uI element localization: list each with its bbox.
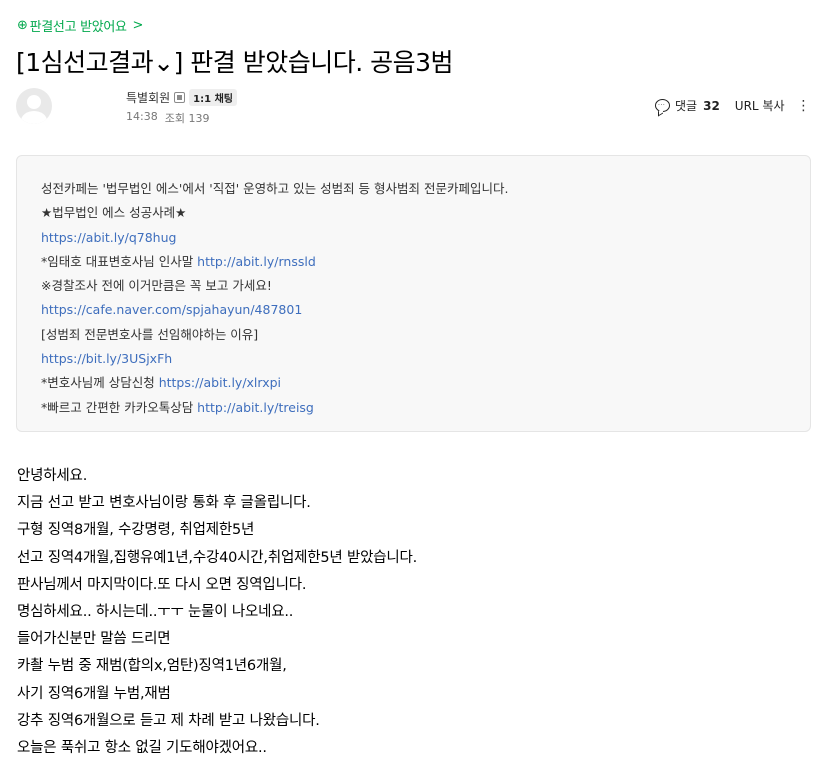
promo-line: *빠르고 간편한 카카오톡상담 http://abit.ly/treisg <box>41 399 314 415</box>
url-copy-button[interactable]: URL 복사 <box>735 97 785 114</box>
chevron-right-icon: > <box>128 18 144 33</box>
promo-line: ※경찰조사 전에 이거만큼은 꼭 보고 가세요! <box>41 278 272 294</box>
comment-icon[interactable]: ··· <box>655 99 670 112</box>
comment-count[interactable]: 32 <box>703 99 720 113</box>
avatar[interactable] <box>16 88 52 124</box>
promo-line: ★법무법인 에스 성공사례★ <box>41 205 187 221</box>
body-line: 강추 징역6개월으로 듣고 제 차례 받고 나왔습니다. <box>17 712 320 729</box>
post-time: 14:38 <box>126 110 158 123</box>
comment-label[interactable]: 댓글 <box>675 97 697 114</box>
promo-link[interactable]: https://abit.ly/q78hug <box>41 230 176 245</box>
body-line: 오늘은 푹쉬고 항소 없길 기도해야겠어요.. <box>17 739 267 756</box>
more-options-icon[interactable]: ⋮ <box>797 99 811 113</box>
body-line: 카촬 누범 중 재범(합의x,엄탄)징역1년6개월, <box>17 658 287 675</box>
promo-link[interactable]: http://abit.ly/treisg <box>197 400 314 415</box>
board-circle-icon: ⊕ <box>17 18 28 33</box>
promo-link[interactable]: https://bit.ly/3USjxFh <box>41 351 172 366</box>
body-line: 안녕하세요. <box>17 468 88 484</box>
post-title: [1심선고결과⌄] 판결 받았습니다. 공음3범 <box>16 48 454 77</box>
promo-list: 성전카페는 '법무법인 에스'에서 '직접' 운영하고 있는 성범죄 등 형사범… <box>41 179 508 422</box>
body-line: 판사님께서 마지막이다.또 다시 오면 징역입니다. <box>17 576 307 593</box>
author-name[interactable]: 특별회원 <box>126 89 170 106</box>
post-tools: ··· 댓글 32 URL 복사 ⋮ <box>655 97 811 114</box>
promo-line: *임태호 대표변호사님 인사말 http://abit.ly/rnssld <box>41 253 316 269</box>
promo-line: 성전카페는 '법무법인 에스'에서 '직접' 운영하고 있는 성범죄 등 형사범… <box>41 181 509 196</box>
body-line: 구형 징역8개월, 수강명령, 취업제한5년 <box>17 522 255 539</box>
body-line: 선고 징역4개월,집행유예1년,수강40시간,취업제한5년 받았습니다. <box>17 549 418 566</box>
body-line: 들어가신분만 말씀 드리면 <box>17 631 171 648</box>
promo-link[interactable]: https://cafe.naver.com/spjahayun/487801 <box>41 302 302 317</box>
body-line: 명심하세요.. 하시는데..ㅜㅜ 눈물이 나오네요.. <box>17 603 294 620</box>
promo-link[interactable]: https://abit.ly/xlrxpi <box>159 375 281 390</box>
author-info: 특별회원 1:1 채팅 <box>126 89 237 106</box>
body-line: 지금 선고 받고 변호사님이랑 통화 후 글올립니다. <box>17 495 311 512</box>
chat-button[interactable]: 1:1 채팅 <box>189 89 237 106</box>
avatar-body-shape <box>21 111 47 124</box>
promo-link[interactable]: http://abit.ly/rnssld <box>197 254 316 269</box>
promo-line: *변호사님께 상담신청 https://abit.ly/xlrxpi <box>41 375 282 391</box>
post-view: ⊕ 판결선고 받았어요 > [1심선고결과⌄] 판결 받았습니다. 공음3범 특… <box>0 0 835 770</box>
body-line: 사기 징역6개월 누범,재범 <box>17 685 171 702</box>
member-level-icon <box>174 92 186 103</box>
board-link[interactable]: ⊕ 판결선고 받았어요 > <box>17 16 143 35</box>
promo-line: https://cafe.naver.com/spjahayun/487801 <box>41 300 508 324</box>
promo-line: https://bit.ly/3USjxFh <box>41 349 508 373</box>
views-label: 조회 139 <box>164 112 210 125</box>
promo-box: 성전카페는 '법무법인 에스'에서 '직접' 운영하고 있는 성범죄 등 형사범… <box>16 155 811 432</box>
post-meta: 14:38 조회 139 <box>126 110 209 126</box>
promo-line: https://abit.ly/q78hug <box>41 228 508 252</box>
post-body: 안녕하세요. 지금 선고 받고 변호사님이랑 통화 후 글올립니다. 구형 징역… <box>17 465 417 764</box>
promo-line: [성범죄 전문변호사를 선임해야하는 이유] <box>41 326 259 342</box>
board-link-label: 판결선고 받았어요 <box>29 20 127 35</box>
avatar-head-shape <box>27 95 41 109</box>
